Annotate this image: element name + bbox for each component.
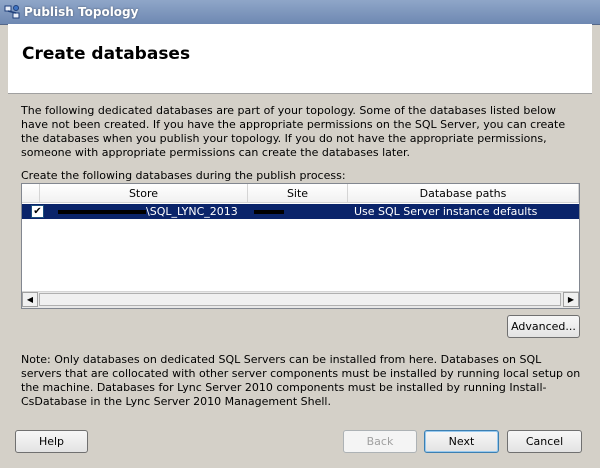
scrollbar-thumb[interactable] bbox=[39, 293, 561, 306]
scroll-right-button[interactable]: ▶ bbox=[563, 292, 579, 307]
topology-icon bbox=[4, 5, 20, 19]
column-header-checkbox[interactable] bbox=[22, 184, 40, 203]
page-title: Create databases bbox=[22, 44, 191, 64]
column-header-database-paths[interactable]: Database paths bbox=[348, 184, 579, 203]
list-header: Store Site Database paths bbox=[22, 184, 579, 203]
scroll-left-button[interactable]: ◀ bbox=[22, 292, 38, 307]
horizontal-scrollbar[interactable]: ◀ ▶ bbox=[22, 291, 579, 308]
redaction-mark bbox=[254, 210, 284, 214]
table-row[interactable]: ✔ \SQL_LYNC_2013 Use SQL Server instance… bbox=[22, 204, 579, 219]
window-title: Publish Topology bbox=[24, 5, 139, 19]
database-paths-cell: Use SQL Server instance defaults bbox=[354, 205, 538, 218]
database-list-label: Create the following databases during th… bbox=[21, 169, 346, 182]
wizard-header: Create databases bbox=[8, 24, 592, 94]
description-text: The following dedicated databases are pa… bbox=[21, 104, 566, 159]
back-button[interactable]: Back bbox=[343, 430, 417, 453]
column-header-store[interactable]: Store bbox=[40, 184, 248, 203]
cancel-button[interactable]: Cancel bbox=[507, 430, 582, 453]
title-bar[interactable]: Publish Topology bbox=[0, 0, 600, 25]
advanced-button[interactable]: Advanced... bbox=[507, 315, 580, 338]
redaction-mark bbox=[58, 210, 146, 214]
next-button[interactable]: Next bbox=[424, 430, 499, 453]
row-checkbox[interactable]: ✔ bbox=[31, 205, 44, 218]
note-text: Note: Only databases on dedicated SQL Se… bbox=[21, 353, 581, 408]
database-list[interactable]: Store Site Database paths ✔ \SQL_LYNC_20… bbox=[21, 183, 580, 309]
help-button[interactable]: Help bbox=[15, 430, 88, 453]
column-header-site[interactable]: Site bbox=[248, 184, 348, 203]
store-cell: \SQL_LYNC_2013 bbox=[146, 205, 238, 218]
